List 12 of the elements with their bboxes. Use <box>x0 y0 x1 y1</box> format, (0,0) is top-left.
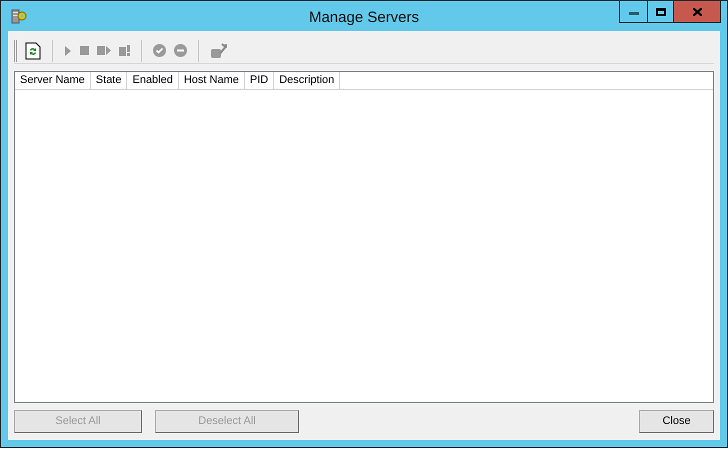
close-icon <box>692 8 702 16</box>
window-title: Manage Servers <box>308 8 420 28</box>
close-dialog-button[interactable]: Close <box>639 410 714 433</box>
column-header[interactable]: State <box>90 72 128 89</box>
column-header[interactable]: Host Name <box>178 72 245 89</box>
refresh-icon[interactable] <box>25 42 41 60</box>
column-header[interactable]: Description <box>274 72 340 89</box>
column-header[interactable]: Server Name <box>15 72 91 89</box>
server-app-icon <box>11 8 27 24</box>
close-button[interactable] <box>674 1 720 22</box>
column-header[interactable]: Enabled <box>127 72 179 89</box>
column-header[interactable]: PID <box>244 72 274 89</box>
